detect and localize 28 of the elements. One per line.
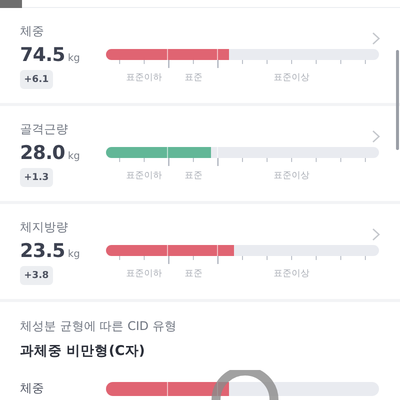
cid-row-name: 체중: [20, 380, 45, 397]
scale-label: 표준이상: [274, 268, 310, 280]
metric-unit: kg: [68, 151, 80, 162]
cid-caption: 체성분 균형에 따른 CID 유형: [20, 318, 178, 335]
metric-unit: kg: [68, 53, 80, 64]
metric-value: 23.5: [20, 240, 65, 262]
scale-label: 표준: [184, 72, 202, 84]
metric-name: 체중: [20, 23, 45, 40]
chevron-right-icon[interactable]: [372, 32, 380, 45]
loading-spinner-icon: [210, 370, 280, 400]
change-badge: +6.1: [20, 70, 53, 89]
scale-label: 표준이하: [126, 72, 162, 84]
change-badge: +3.8: [20, 266, 53, 285]
scale-label: 표준이하: [126, 170, 162, 182]
scale-label: 표준: [184, 170, 202, 182]
metric-name: 골격근량: [20, 121, 69, 138]
chevron-right-icon[interactable]: [372, 130, 380, 143]
metric-name: 체지방량: [20, 219, 69, 236]
scale-label: 표준: [184, 268, 202, 280]
scale-label: 표준이하: [126, 268, 162, 280]
scale-label: 표준이상: [274, 72, 310, 84]
metric-value: 28.0: [20, 142, 65, 164]
chevron-right-icon[interactable]: [372, 228, 380, 241]
metric-value: 74.5: [20, 44, 65, 66]
cid-type: 과체중 비만형(C자): [20, 342, 146, 360]
metric-unit: kg: [68, 249, 80, 260]
scale-label: 표준이상: [274, 170, 310, 182]
change-badge: +1.3: [20, 168, 53, 187]
